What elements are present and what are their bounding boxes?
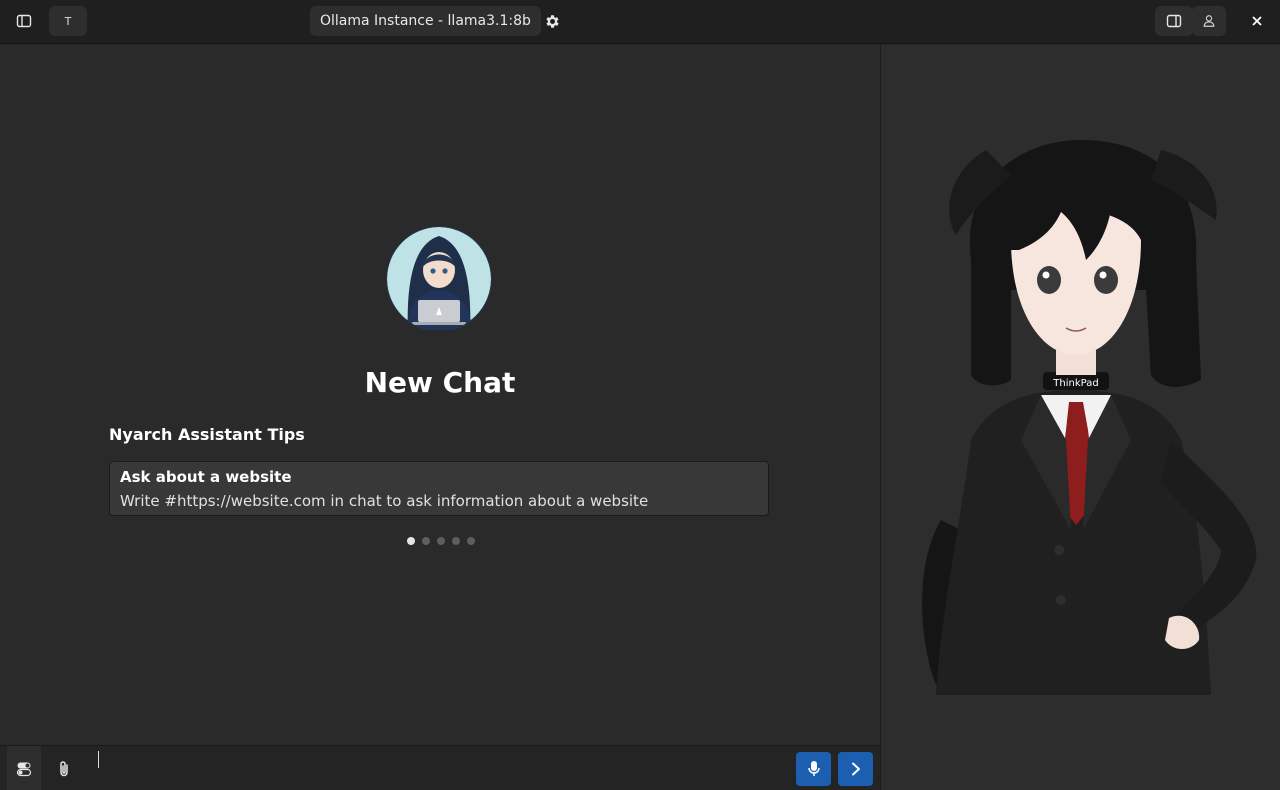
sidebar-show-icon xyxy=(16,14,32,28)
input-bar xyxy=(0,745,880,790)
tip-page-dot[interactable] xyxy=(452,537,460,545)
model-title[interactable]: Ollama Instance - llama3.1:8b xyxy=(310,6,541,36)
tip-pager xyxy=(407,537,475,545)
close-button[interactable] xyxy=(1238,6,1276,36)
toggle-icon xyxy=(16,762,32,776)
tip-page-dot[interactable] xyxy=(467,537,475,545)
header-bar: T Ollama Instance - llama3.1:8b xyxy=(0,0,1280,44)
mode-toggle-button[interactable] xyxy=(7,746,41,790)
paperclip-icon xyxy=(60,760,68,776)
avatar-panel: ThinkPad xyxy=(881,45,1280,790)
page-title: New Chat xyxy=(364,366,516,399)
send-arrow-icon xyxy=(851,762,860,776)
close-icon xyxy=(1252,16,1262,26)
tip-title: Ask about a website xyxy=(120,468,292,486)
assistant-avatar xyxy=(378,224,500,332)
tip-page-dot[interactable] xyxy=(437,537,445,545)
send-button[interactable] xyxy=(838,752,873,786)
gear-icon xyxy=(545,14,559,28)
character-illustration: ThinkPad xyxy=(922,140,1257,695)
tip-page-dot[interactable] xyxy=(422,537,430,545)
message-input[interactable] xyxy=(90,746,786,790)
voice-input-button[interactable] xyxy=(796,752,831,786)
tip-card[interactable]: Ask about a website Write #https://websi… xyxy=(109,461,769,516)
toggle-side-panel-button[interactable] xyxy=(1155,6,1193,36)
person-icon xyxy=(1203,15,1215,27)
tip-body: Write #https://website.com in chat to as… xyxy=(120,492,649,510)
profile-button[interactable]: T xyxy=(49,6,87,36)
text-caret xyxy=(98,751,99,768)
tip-page-dot[interactable] xyxy=(407,537,415,545)
settings-button[interactable] xyxy=(533,6,571,36)
microphone-icon xyxy=(807,761,820,776)
tips-title: Nyarch Assistant Tips xyxy=(109,425,305,444)
sidebar-toggle-button[interactable] xyxy=(5,6,43,36)
avatar-button[interactable] xyxy=(1192,6,1226,36)
attach-button[interactable] xyxy=(47,746,81,790)
panel-right-icon xyxy=(1166,14,1182,28)
svg-text:ThinkPad: ThinkPad xyxy=(1052,378,1098,389)
profile-letter: T xyxy=(64,14,72,28)
